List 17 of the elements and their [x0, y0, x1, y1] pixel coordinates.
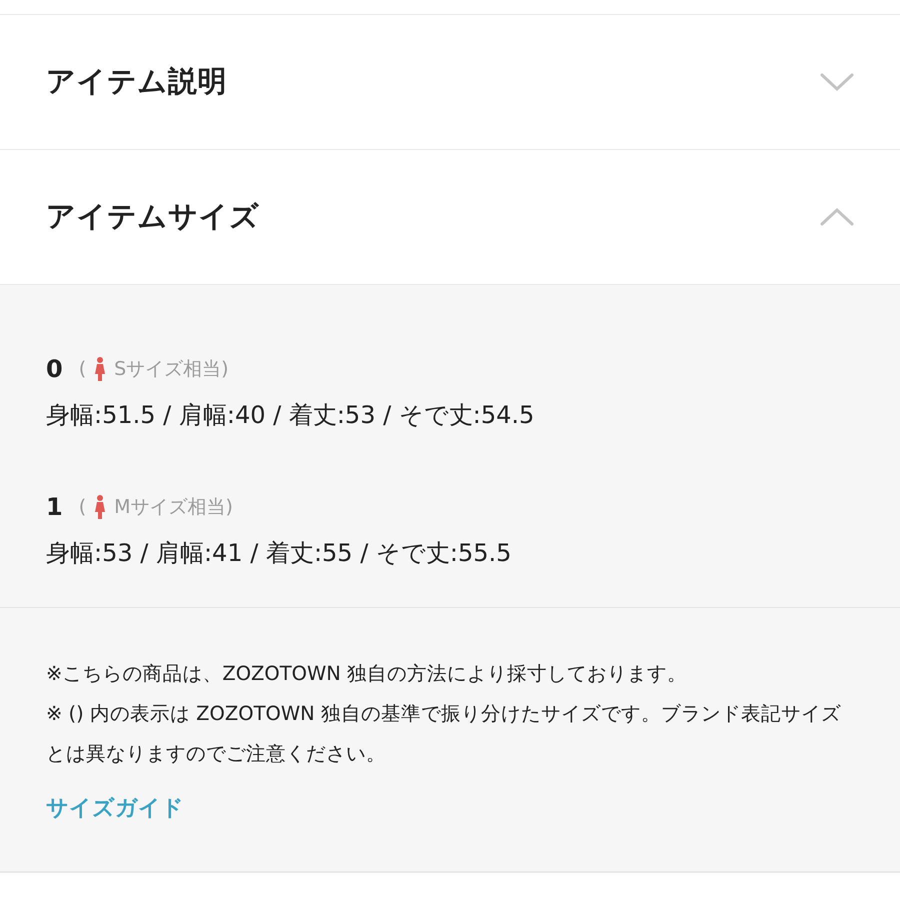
- size-hint: (: [78, 356, 86, 382]
- note-text: ※こちらの商品は、ZOZOTOWN 独自の方法により採寸しております。: [46, 661, 688, 687]
- section-title: アイテムサイズ: [46, 198, 260, 236]
- size-measurements: 身幅:53 / 肩幅:41 / 着丈:55 / そで丈:55.5: [46, 538, 512, 569]
- person-icon: [94, 357, 106, 381]
- section-header[interactable]: アイテム説明: [0, 15, 900, 150]
- note-text: ※ () 内の表示は ZOZOTOWN 独自の基準で振り分けたサイズです。ブランド表記サイズとは異なりますのでご注意ください。: [46, 701, 842, 767]
- size-hint: Mサイズ相当): [114, 494, 233, 520]
- section-title: アイテム説明: [46, 63, 227, 100]
- size-hint: (: [78, 494, 86, 520]
- person-icon: [94, 495, 106, 519]
- size-measurements: 身幅:51.5 / 肩幅:40 / 着丈:53 / そで丈:54.5: [46, 400, 536, 431]
- chevron-down-icon[interactable]: [820, 72, 854, 92]
- size-label: 1: [46, 492, 63, 523]
- size-hint: Sサイズ相当): [114, 356, 229, 382]
- size-label: 0: [46, 354, 63, 385]
- chevron-up-icon[interactable]: [820, 207, 854, 227]
